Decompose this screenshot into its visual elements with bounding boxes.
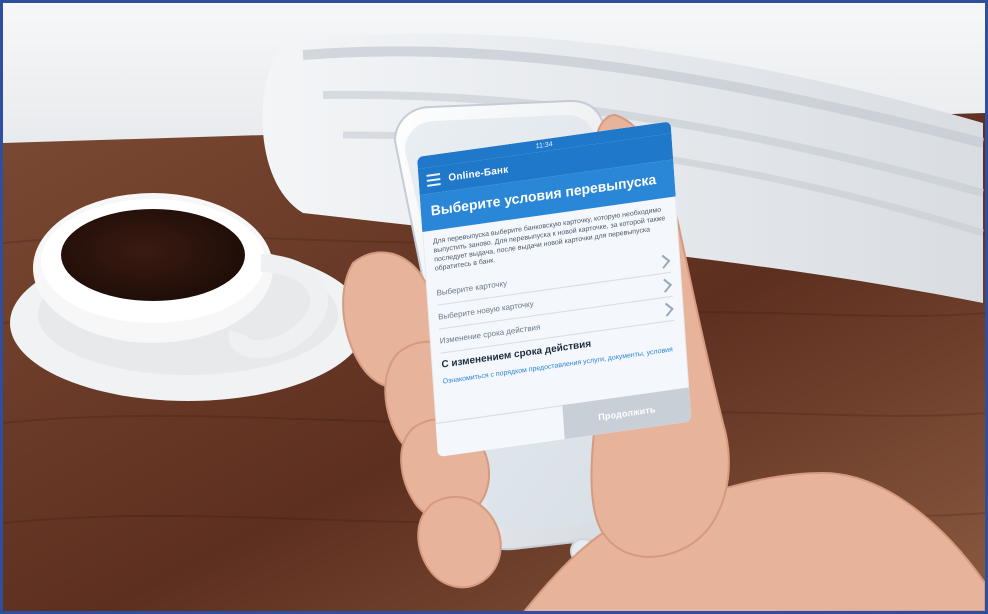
phone-screen: 11:34 Online-Банк Выберите условия перев…	[417, 121, 692, 457]
status-time: 11:34	[535, 140, 553, 150]
screen-content: Для перевыпуска выберите банковскую карт…	[422, 197, 687, 397]
app-title: Online-Банк	[448, 163, 509, 184]
image-frame: 11:34 Online-Банк Выберите условия перев…	[0, 0, 988, 614]
chevron-right-icon	[656, 255, 671, 270]
chevron-right-icon	[658, 279, 673, 294]
hamburger-menu-icon[interactable]	[426, 172, 441, 187]
coffee	[61, 209, 245, 301]
chevron-right-icon	[659, 303, 674, 318]
select-card-label: Выберите карточку	[436, 279, 508, 298]
